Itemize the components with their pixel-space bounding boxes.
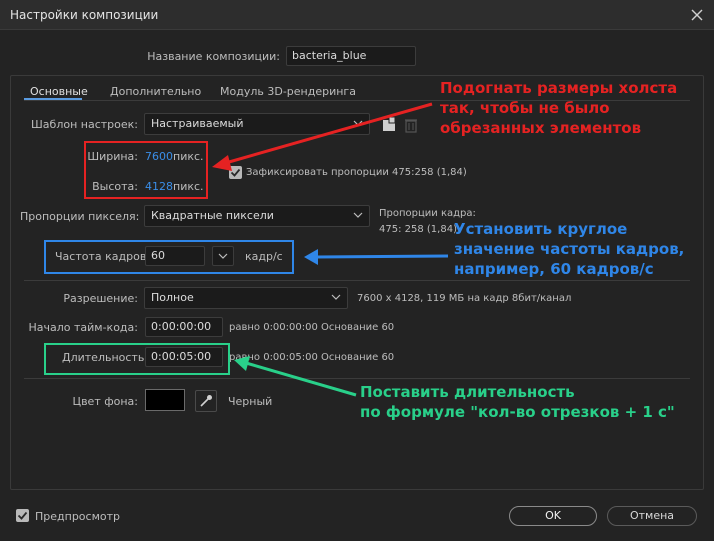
annotation-blue-line-1: Установить круглое (454, 220, 628, 238)
annotation-red-line-1: Подогнать размеры холста (440, 79, 678, 97)
annotation-green: Поставить длительность по формуле "кол-в… (360, 382, 675, 422)
annotation-green-line-1: Поставить длительность (360, 383, 575, 401)
annotation-red: Подогнать размеры холста так, чтобы не б… (440, 78, 677, 138)
arrow-red (212, 102, 433, 171)
arrow-green (234, 356, 357, 397)
annotation-blue: Установить круглое значение частоты кадр… (454, 219, 684, 279)
annotation-blue-line-3: например, 60 кадров/с (454, 260, 654, 278)
annotation-red-line-3: обрезанных элементов (440, 119, 642, 137)
annotation-blue-line-2: значение частоты кадров, (454, 240, 685, 258)
annotation-red-line-2: так, чтобы не было (440, 99, 610, 117)
arrow-blue (304, 249, 449, 265)
annotation-green-line-2: по формуле "кол-во отрезков + 1 с" (360, 403, 675, 421)
